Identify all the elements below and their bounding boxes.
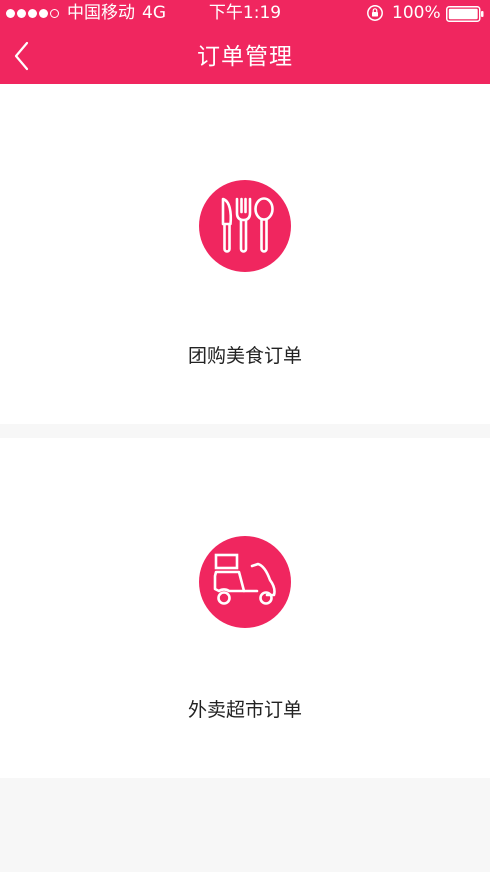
scooter-icon — [199, 536, 291, 628]
group-food-orders-card[interactable]: 团购美食订单 — [0, 84, 490, 424]
battery-percentage: 100% — [392, 3, 441, 23]
group-food-orders-label: 团购美食订单 — [187, 345, 302, 367]
takeout-supermarket-orders-label: 外卖超市订单 — [187, 699, 302, 721]
app-header: 中国移动 4G 下午1:19 100% 订单管理 — [0, 0, 490, 84]
takeout-supermarket-orders-card[interactable]: 外卖超市订单 — [0, 438, 490, 778]
navigation-bar: 订单管理 — [0, 28, 490, 84]
status-bar: 中国移动 4G 下午1:19 100% — [0, 0, 490, 28]
page-title: 订单管理 — [197, 44, 293, 70]
rotation-lock-icon — [367, 5, 383, 21]
utensils-icon — [199, 180, 291, 272]
battery-icon — [446, 6, 484, 22]
